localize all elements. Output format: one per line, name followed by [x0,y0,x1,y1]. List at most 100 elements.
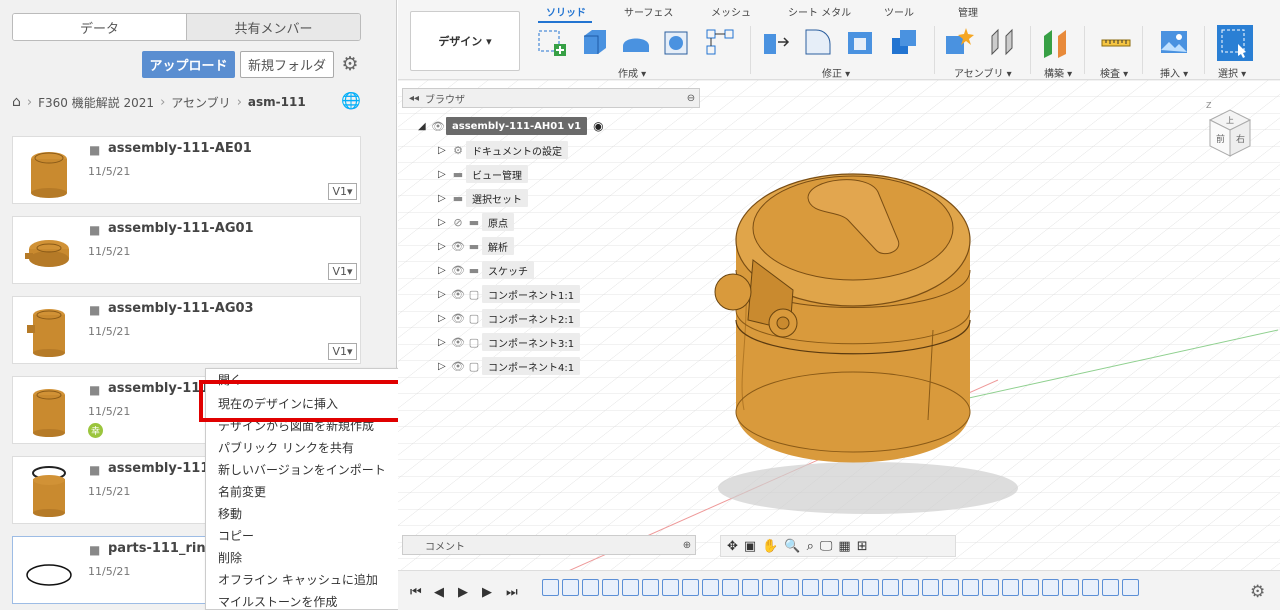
comments-panel[interactable]: コメント ⊕ [402,535,696,555]
gear-icon[interactable]: ⚙ [340,53,360,75]
timeline-feature[interactable] [562,579,579,596]
tree-node[interactable]: ▷ 👁 ▬ 解析 [438,237,514,255]
tree-node-label[interactable]: コンポーネント1:1 [482,285,581,303]
menu-item-import-version[interactable]: 新しいバージョンをインポート [218,461,386,478]
play-icon[interactable]: ▶ [458,585,468,600]
timeline-feature[interactable] [1122,579,1139,596]
timeline-feature[interactable] [662,579,679,596]
zoom-icon[interactable]: 🔍 [784,539,800,554]
activate-icon[interactable]: ◉ [593,119,603,133]
timeline-feature[interactable] [582,579,599,596]
fit-icon[interactable]: ⌕ [807,539,814,554]
timeline-feature[interactable] [1042,579,1059,596]
expand-icon[interactable]: ◢ [418,121,430,132]
go-to-end-icon[interactable]: ⏭ [506,585,518,600]
hidden-eye-icon[interactable]: ⊘ [450,216,466,229]
visibility-icon[interactable]: 👁 [450,264,466,277]
timeline-feature[interactable] [762,579,779,596]
viewport[interactable]: ◂◂ ブラウザ ⊖ ◢ 👁 assembly-111-AH01 v1 ◉ ▷ ⚙ ド… [398,80,1280,570]
tree-node-label[interactable]: 選択セット [466,189,528,207]
workspace-switcher[interactable]: デザイン ▾ [410,11,520,71]
timeline-feature[interactable] [982,579,999,596]
menu-item-move[interactable]: 移動 [218,505,242,522]
add-comment-icon[interactable]: ⊕ [679,540,695,551]
tree-node[interactable]: ▷ ▬ ビュー管理 [438,165,528,183]
file-name[interactable]: assembly-111-AE01 [108,141,252,156]
root-label[interactable]: assembly-111-AH01 v1 [446,117,588,135]
globe-icon[interactable]: 🌐 [341,92,361,110]
go-to-start-icon[interactable]: ⏮ [410,585,422,600]
expand-icon[interactable]: ▷ [438,193,450,204]
file-card[interactable]: ■ assembly-111-AE01 11/5/21 V1▾ [12,136,361,204]
file-name[interactable]: assembly-111-AG03 [108,301,254,316]
visibility-icon[interactable]: 👁 [450,288,466,301]
timeline-feature[interactable] [1022,579,1039,596]
timeline-feature[interactable] [882,579,899,596]
version-dropdown[interactable]: V1▾ [328,183,357,200]
upload-button[interactable]: アップロード [142,51,235,78]
offset-plane-icon[interactable] [1040,26,1072,58]
tree-node-label[interactable]: 解析 [482,237,514,255]
view-cube-right[interactable]: 右 [1236,133,1245,145]
menu-item-offline-cache[interactable]: オフライン キャッシュに追加 [218,571,378,588]
timeline-feature[interactable] [782,579,799,596]
tree-node[interactable]: ▷ ▬ 選択セット [438,189,528,207]
tab-manage[interactable]: 管理 [958,4,978,19]
tree-node-label[interactable]: スケッチ [482,261,534,279]
grid-settings-icon[interactable]: ▦ [838,539,850,554]
orbit-icon[interactable]: ✥ [727,539,738,554]
new-folder-button[interactable]: 新規フォルダ [240,51,334,78]
pattern-icon[interactable] [704,26,736,58]
timeline-feature[interactable] [962,579,979,596]
group-insert[interactable]: 挿入 ▾ [1160,65,1188,80]
visibility-icon[interactable]: 👁 [450,336,466,349]
timeline-feature[interactable] [1102,579,1119,596]
collapse-panel-icon[interactable]: ◂◂ [403,93,425,104]
timeline-feature[interactable] [542,579,559,596]
timeline-feature[interactable] [862,579,879,596]
timeline-feature[interactable] [602,579,619,596]
hole-icon[interactable] [660,26,692,58]
timeline-feature[interactable] [682,579,699,596]
breadcrumb-item-folder[interactable]: アセンブリ [171,94,230,111]
tree-node-label[interactable]: 原点 [482,213,514,231]
visibility-icon[interactable]: 👁 [450,240,466,253]
press-pull-icon[interactable] [760,26,792,58]
insert-image-icon[interactable] [1158,26,1190,58]
fillet-icon[interactable] [802,26,834,58]
group-inspect[interactable]: 検査 ▾ [1100,65,1128,80]
visibility-icon[interactable]: 👁 [450,312,466,325]
tab-sheet-metal[interactable]: シート メタル [788,4,851,19]
expand-icon[interactable]: ▷ [438,289,450,300]
timeline-feature[interactable] [642,579,659,596]
tree-node[interactable]: ▷ 👁 ▢ コンポーネント2:1 [438,309,581,327]
version-dropdown[interactable]: V1▾ [328,343,357,360]
file-card[interactable]: ■ assembly-111-AG01 11/5/21 V1▾ [12,216,361,284]
file-card[interactable]: ■ assembly-111-AG03 11/5/21 V1▾ [12,296,361,364]
combine-icon[interactable] [888,26,920,58]
file-name[interactable]: parts-111_ring [108,541,215,556]
expand-icon[interactable]: ▷ [438,241,450,252]
create-sketch-icon[interactable] [536,26,568,58]
view-cube[interactable]: Z 上 前 右 [1202,98,1256,168]
expand-icon[interactable]: ▷ [438,145,450,156]
timeline-feature[interactable] [802,579,819,596]
expand-icon[interactable]: ▷ [438,337,450,348]
menu-item-rename[interactable]: 名前変更 [218,483,266,500]
tree-node[interactable]: ▷ ⚙ ドキュメントの設定 [438,141,568,159]
tree-root[interactable]: ◢ 👁 assembly-111-AH01 v1 ◉ [418,117,604,135]
tab-shared-members[interactable]: 共有メンバー [186,14,360,40]
file-name[interactable]: assembly-111-AG01 [108,221,254,236]
joint-icon[interactable] [986,26,1018,58]
group-construct[interactable]: 構築 ▾ [1044,65,1072,80]
home-icon[interactable]: ⌂ [12,94,21,110]
tree-node[interactable]: ▷ 👁 ▢ コンポーネント1:1 [438,285,581,303]
select-icon[interactable] [1216,24,1254,62]
tree-node-label[interactable]: ビュー管理 [466,165,528,183]
expand-icon[interactable]: ▷ [438,217,450,228]
timeline-feature[interactable] [1062,579,1079,596]
timeline-feature[interactable] [942,579,959,596]
group-assemble[interactable]: アセンブリ ▾ [954,65,1012,80]
menu-item-share-public-link[interactable]: パブリック リンクを共有 [218,439,354,456]
expand-icon[interactable]: ▷ [438,313,450,324]
